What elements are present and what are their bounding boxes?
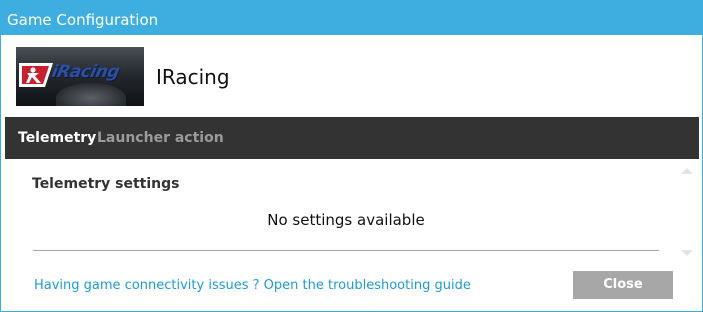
iracing-logo-text: iRacing	[49, 62, 122, 82]
tab-bar: Telemetry Launcher action	[5, 117, 699, 159]
game-name: IRacing	[156, 65, 230, 89]
divider	[33, 250, 659, 251]
telemetry-panel: Telemetry settings No settings available	[5, 159, 699, 257]
scroll-up-arrow-icon[interactable]	[681, 168, 693, 174]
empty-settings-message: No settings available	[267, 211, 425, 229]
window-title: Game Configuration	[7, 11, 159, 29]
game-configuration-window: Game Configuration iRacing IRacing Telem…	[0, 0, 703, 312]
game-header: iRacing IRacing	[1, 35, 702, 117]
section-title: Telemetry settings	[32, 176, 180, 192]
game-thumbnail: iRacing	[16, 47, 144, 106]
close-button[interactable]: Close	[573, 271, 673, 299]
iracing-logo-icon	[19, 63, 53, 87]
tab-telemetry[interactable]: Telemetry	[18, 129, 96, 147]
troubleshooting-link[interactable]: Having game connectivity issues ? Open t…	[34, 278, 471, 294]
cockpit-view	[56, 83, 126, 106]
scroll-down-arrow-icon[interactable]	[681, 250, 693, 256]
tab-launcher-action[interactable]: Launcher action	[97, 129, 224, 147]
title-bar[interactable]: Game Configuration	[1, 1, 702, 35]
